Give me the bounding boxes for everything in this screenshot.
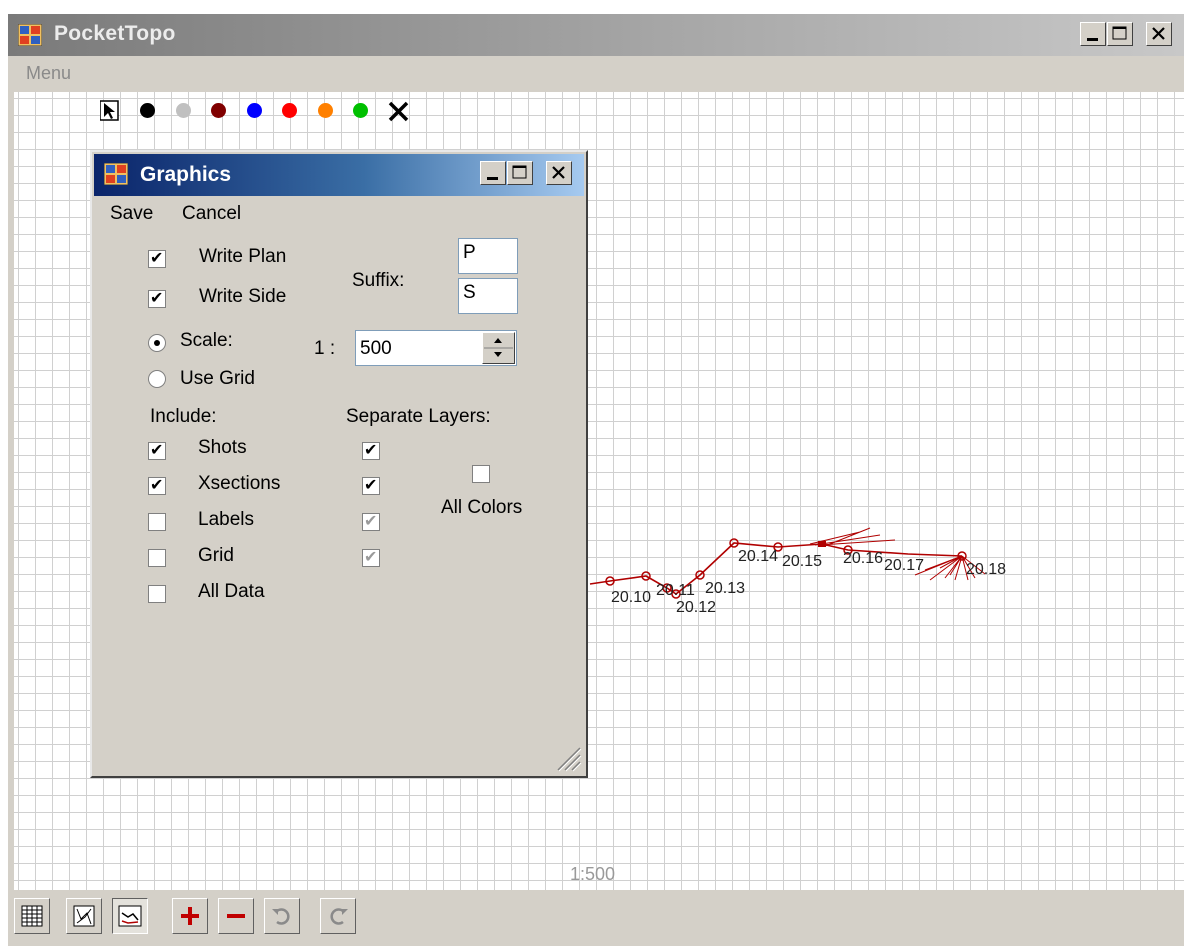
zoom-in-button[interactable] <box>172 898 208 934</box>
all-colors-label: All Colors <box>441 497 523 518</box>
check-icon: ✔ <box>150 290 164 307</box>
maximize-icon <box>512 165 527 179</box>
redo-icon <box>330 908 348 925</box>
station-label: 20.17 <box>884 557 924 574</box>
include-xsections-label: Xsections <box>198 473 281 494</box>
separate-layers-header: Separate Layers: <box>346 406 491 427</box>
include-grid-label: Grid <box>198 545 234 566</box>
zoom-in-icon <box>181 907 199 925</box>
include-shots-label: Shots <box>198 437 247 458</box>
close-icon <box>552 166 565 179</box>
check-icon: ✔ <box>150 250 164 267</box>
zoom-out-icon <box>227 914 245 918</box>
include-shots-checkbox[interactable]: ✔ <box>148 442 166 460</box>
layer-labels-checkbox: ✔ <box>362 513 380 531</box>
resize-grip[interactable] <box>554 744 582 772</box>
suffix-plan-input[interactable]: P <box>458 238 518 274</box>
side-view-button[interactable] <box>112 898 148 934</box>
sketch-plan-icon <box>73 905 95 927</box>
use-grid-radio[interactable] <box>148 370 166 388</box>
dialog-maximize-button[interactable] <box>507 161 533 185</box>
cancel-menu-item[interactable]: Cancel <box>182 203 241 225</box>
dialog-minimize-button[interactable] <box>480 161 506 185</box>
check-icon: ✔ <box>150 477 164 494</box>
layer-grid-checkbox: ✔ <box>362 549 380 567</box>
use-grid-label: Use Grid <box>180 368 255 389</box>
suffix-label: Suffix: <box>352 270 405 291</box>
include-labels-label: Labels <box>198 509 254 530</box>
write-plan-checkbox[interactable]: ✔ <box>148 250 166 268</box>
check-icon: ✔ <box>364 477 378 494</box>
include-header: Include: <box>150 406 217 427</box>
check-icon: ✔ <box>364 442 378 459</box>
station-label: 20.18 <box>966 561 1006 578</box>
save-menu-item[interactable]: Save <box>110 203 153 225</box>
write-side-label: Write Side <box>199 286 287 307</box>
dialog-close-button[interactable] <box>546 161 572 185</box>
scale-radio[interactable] <box>148 334 166 352</box>
check-icon: ✔ <box>364 513 378 530</box>
plan-view-button[interactable] <box>66 898 102 934</box>
write-side-checkbox[interactable]: ✔ <box>148 290 166 308</box>
zoom-out-button[interactable] <box>218 898 254 934</box>
all-colors-checkbox[interactable] <box>472 465 490 483</box>
table-icon <box>21 905 43 927</box>
spin-arrows-icon <box>484 338 513 357</box>
check-icon: ✔ <box>364 549 378 566</box>
check-icon: ✔ <box>150 442 164 459</box>
sketch-side-icon <box>118 905 142 927</box>
undo-icon <box>272 908 290 925</box>
scale-radio-label: Scale: <box>180 330 233 351</box>
dialog-app-icon <box>103 162 129 186</box>
undo-button[interactable] <box>264 898 300 934</box>
table-view-button[interactable] <box>14 898 50 934</box>
include-labels-checkbox[interactable] <box>148 513 166 531</box>
minimize-icon <box>487 177 498 180</box>
include-all-data-label: All Data <box>198 581 265 602</box>
station-label: 20.12 <box>676 599 716 616</box>
station-label: 20.10 <box>611 589 651 606</box>
station-label: 20.15 <box>782 553 822 570</box>
include-grid-checkbox[interactable] <box>148 549 166 567</box>
station-label: 20.13 <box>705 580 745 597</box>
station-label: 20.14 <box>738 548 778 565</box>
layer-xsections-checkbox[interactable]: ✔ <box>362 477 380 495</box>
scale-indicator: 1:500 <box>570 864 616 884</box>
include-all-data-checkbox[interactable] <box>148 585 166 603</box>
scale-spinner[interactable] <box>482 332 515 364</box>
resize-grip-icon <box>557 747 582 772</box>
dialog-title: Graphics <box>140 163 232 186</box>
write-plan-label: Write Plan <box>199 246 287 267</box>
scale-prefix-label: 1 : <box>314 338 336 359</box>
redo-button[interactable] <box>320 898 356 934</box>
station-label: 20.16 <box>843 550 883 567</box>
scale-value: 500 <box>360 338 392 359</box>
station-label: 20.11 <box>656 582 695 599</box>
include-xsections-checkbox[interactable]: ✔ <box>148 477 166 495</box>
layer-shots-checkbox[interactable]: ✔ <box>362 442 380 460</box>
suffix-side-input[interactable]: S <box>458 278 518 314</box>
